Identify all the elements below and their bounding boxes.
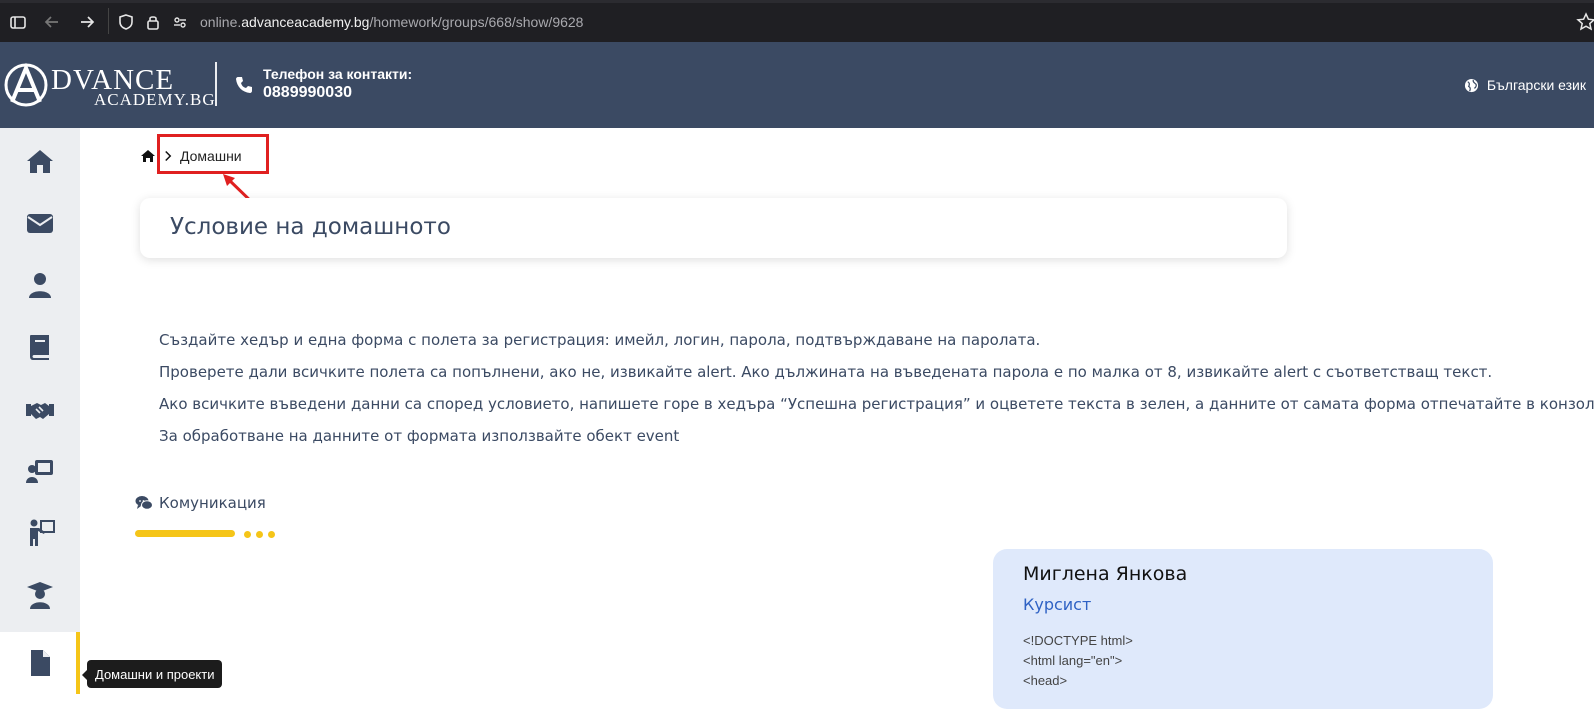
assignment-description: Създайте хедър и една форма с полета за … — [159, 330, 1594, 458]
document-icon — [31, 650, 50, 676]
home-icon[interactable] — [140, 148, 156, 164]
assignment-line: Ако всичките въведени данни са според ус… — [159, 395, 1594, 413]
section-underline-dot — [256, 531, 263, 538]
phone-label: Телефон за контакти: — [263, 66, 413, 82]
section-underline-dot — [268, 531, 275, 538]
sidebar-item-courses[interactable] — [0, 316, 80, 378]
shield-icon[interactable] — [116, 12, 136, 32]
sidebar-item-profile[interactable] — [0, 254, 80, 316]
home-icon — [27, 150, 53, 173]
section-underline-bar — [135, 530, 235, 537]
message-card: Миглена Янкова Курсист <!DOCTYPE html> <h… — [993, 549, 1493, 709]
browser-toolbar: online.advanceacademy.bg/homework/groups… — [0, 0, 1594, 42]
sidebar-item-lessons[interactable] — [0, 440, 80, 502]
assignment-line: За обработване на данните от формата изп… — [159, 427, 680, 445]
language-label: Български език — [1486, 77, 1586, 93]
message-code-block: <!DOCTYPE html> <html lang="en"> <head> — [1023, 631, 1133, 691]
code-line: <!DOCTYPE html> — [1023, 633, 1133, 648]
browser-tabstrip-edge — [0, 0, 1594, 3]
language-switcher[interactable]: Български език — [1464, 77, 1586, 93]
code-line: <head> — [1023, 673, 1068, 688]
chat-bubbles-icon — [135, 496, 153, 510]
sidebar-item-trainers[interactable] — [0, 502, 80, 564]
bookmark-star-icon[interactable] — [1576, 12, 1594, 32]
user-icon — [29, 273, 51, 298]
mail-icon — [27, 214, 53, 233]
header-divider — [215, 62, 217, 106]
logo-subtitle: ACADEMY.BG — [94, 90, 216, 109]
teacher-board-icon — [26, 460, 53, 483]
sidebar-item-messages[interactable] — [0, 192, 80, 254]
handshake-icon — [26, 403, 54, 419]
site-header: DVANCE ACADEMY.BG Телефон за контакти: 0… — [0, 42, 1594, 128]
graduate-icon — [27, 582, 53, 609]
advance-academy-logo[interactable]: DVANCE ACADEMY.BG — [4, 62, 215, 112]
globe-icon — [1464, 78, 1478, 92]
forward-arrow-icon[interactable] — [77, 12, 97, 32]
site-permissions-icon[interactable] — [170, 12, 190, 32]
sidebar-toggle-icon[interactable] — [8, 12, 28, 32]
annotation-highlight-box — [157, 134, 269, 174]
phone-number[interactable]: 0889990030 — [263, 84, 352, 102]
presenter-icon — [30, 519, 55, 546]
phone-icon — [236, 77, 252, 93]
code-line: <html lang="en"> — [1023, 653, 1123, 668]
message-author: Миглена Янкова — [1023, 563, 1188, 585]
url-path: /homework/groups/668/show/9628 — [369, 14, 584, 30]
back-arrow-icon[interactable] — [42, 12, 62, 32]
section-underline-dot — [244, 531, 251, 538]
toolbar-divider — [108, 8, 109, 34]
communication-heading: Комуникация — [135, 494, 266, 512]
logo-a-mark-icon — [4, 62, 48, 107]
assignment-line: Проверете дали всичките полета са попълн… — [159, 363, 1493, 381]
book-icon — [30, 335, 49, 360]
communication-title: Комуникация — [159, 494, 266, 512]
sidebar-item-partners[interactable] — [0, 378, 80, 440]
lock-icon[interactable] — [143, 12, 163, 32]
url-prefix: online. — [200, 14, 242, 30]
page-title-card: Условие на домашното — [140, 198, 1287, 258]
address-bar[interactable]: online.advanceacademy.bg/homework/groups… — [200, 14, 583, 30]
page-title: Условие на домашното — [170, 214, 451, 240]
assignment-line: Създайте хедър и една форма с полета за … — [159, 331, 1041, 349]
sidebar-item-graduates[interactable] — [0, 564, 80, 626]
sidebar-item-home[interactable] — [0, 130, 80, 192]
sidebar-nav — [0, 128, 80, 694]
sidebar-tooltip: Домашни и проекти — [81, 660, 223, 688]
url-domain: advanceacademy.bg — [241, 14, 370, 30]
message-author-role: Курсист — [1023, 595, 1092, 614]
